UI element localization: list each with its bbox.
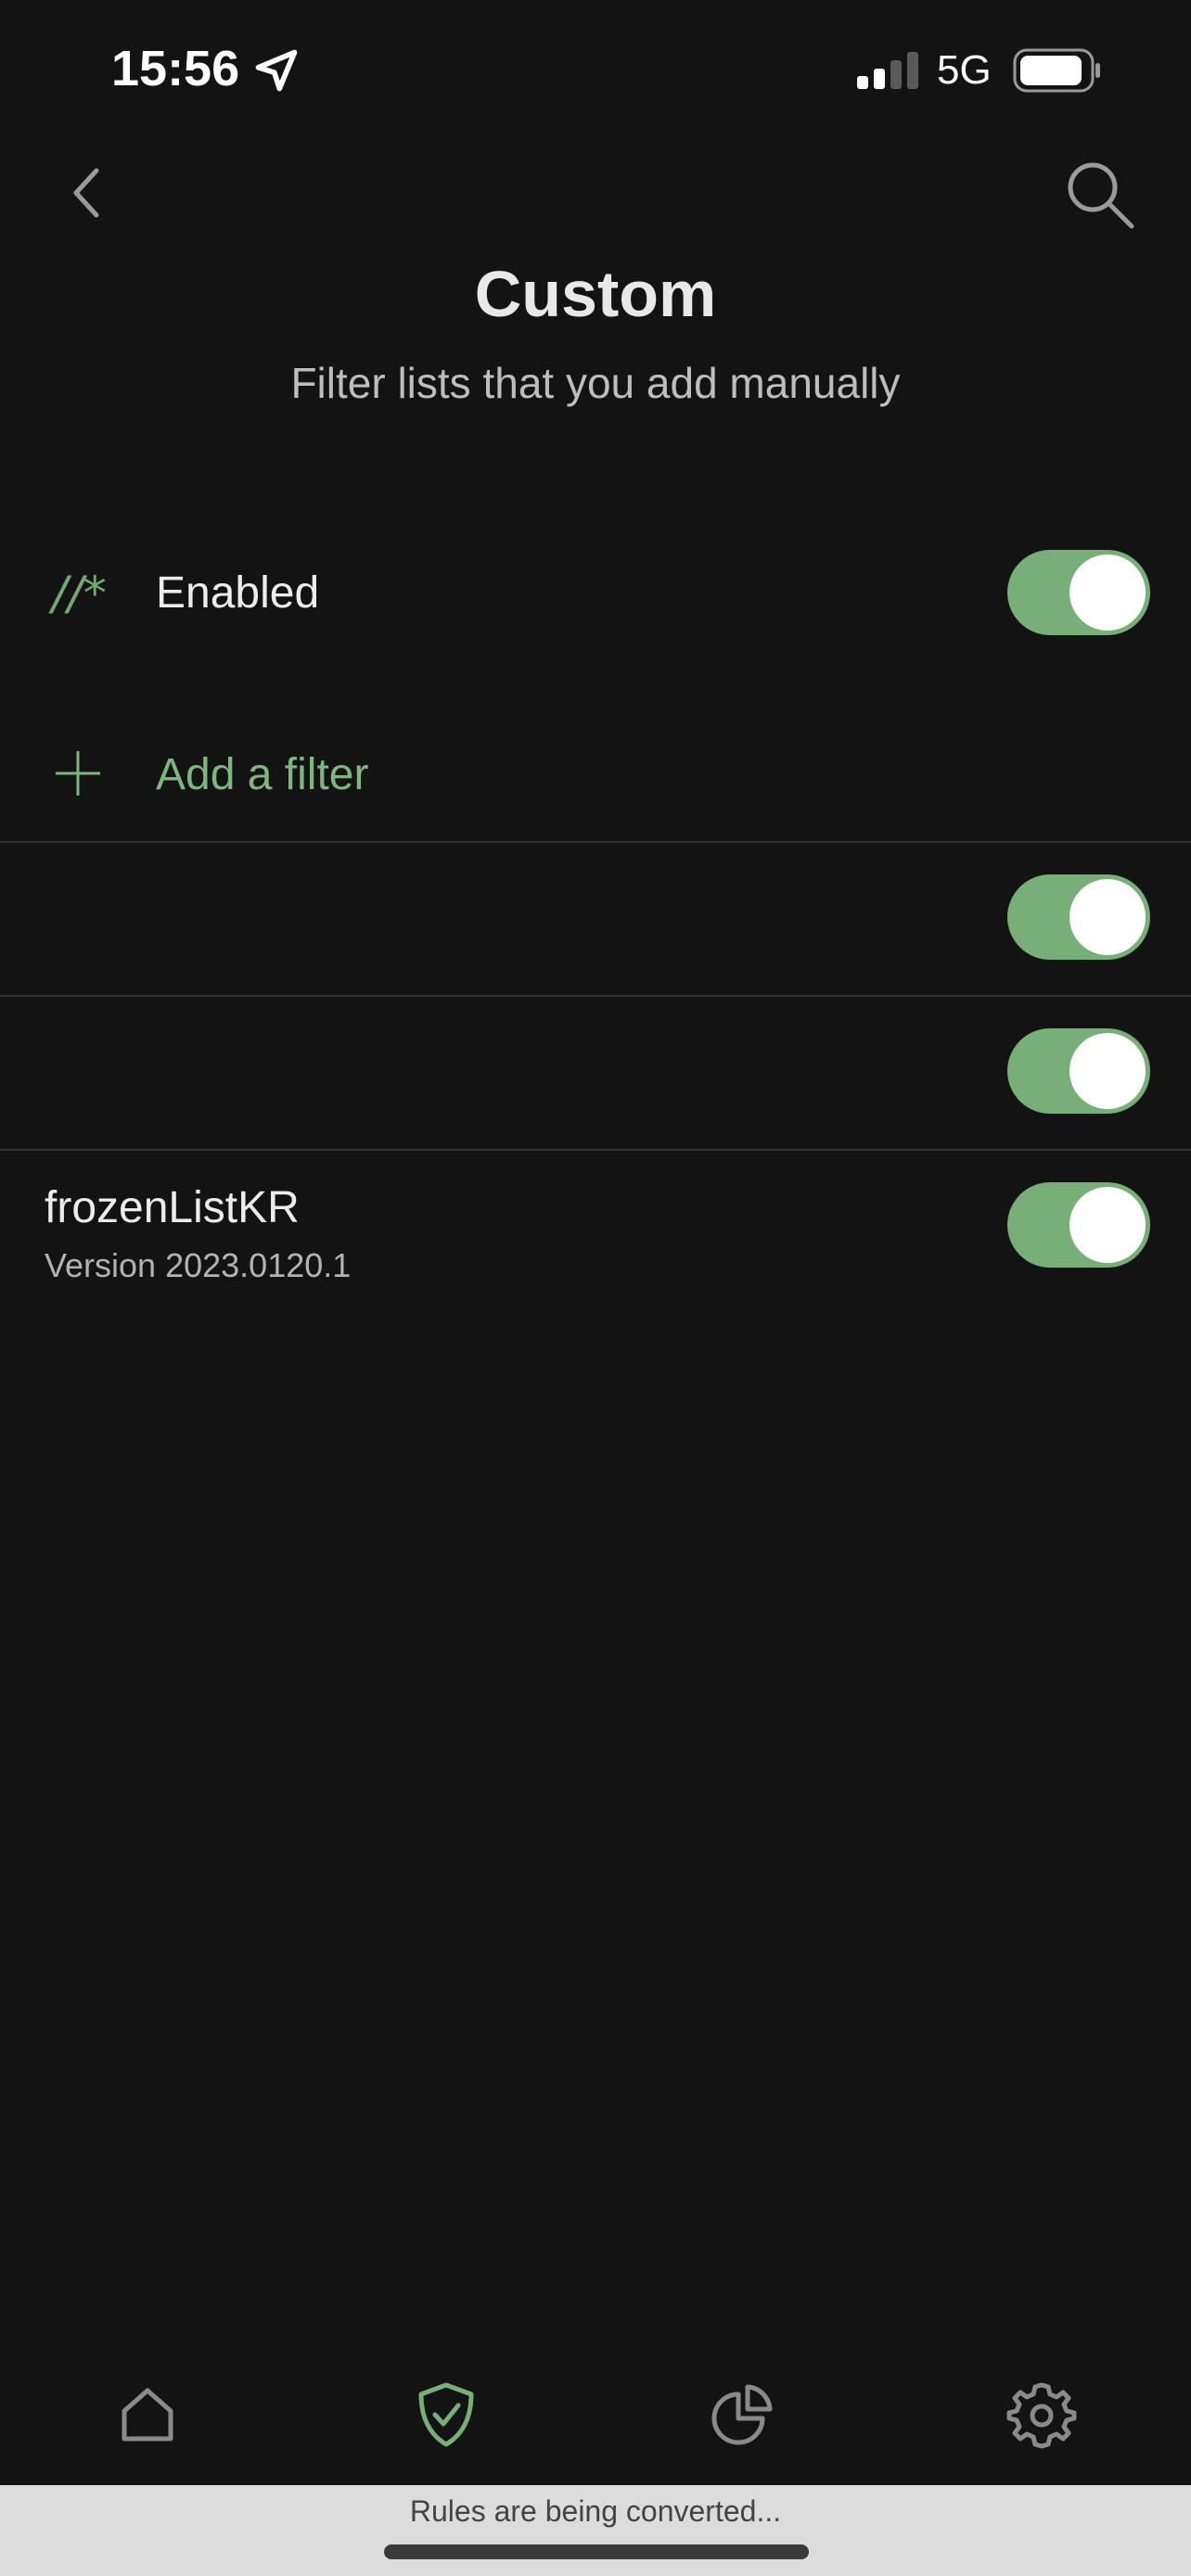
tab-home[interactable] bbox=[106, 2372, 189, 2455]
battery-icon bbox=[1013, 48, 1100, 93]
enabled-label: Enabled bbox=[156, 568, 320, 618]
pie-chart-icon bbox=[711, 2384, 773, 2445]
search-icon bbox=[1068, 162, 1134, 229]
plus-icon bbox=[56, 751, 100, 796]
toggle-knob bbox=[1069, 879, 1146, 955]
enabled-toggle[interactable] bbox=[1007, 550, 1150, 635]
search-button[interactable] bbox=[1061, 156, 1139, 234]
banner-text: Rules are being converted... bbox=[409, 2494, 782, 2528]
status-time: 15:56 bbox=[111, 41, 240, 96]
filter-version: Version 2023.0120.1 bbox=[45, 1246, 352, 1284]
add-filter-label: Add a filter bbox=[156, 750, 369, 799]
page-subtitle: Filter lists that you add manually bbox=[290, 359, 901, 407]
toggle-knob bbox=[1069, 1033, 1146, 1109]
tab-protection[interactable] bbox=[404, 2372, 488, 2455]
tab-stats[interactable] bbox=[701, 2372, 785, 2455]
toggle-knob bbox=[1069, 1187, 1146, 1263]
filter-toggle[interactable] bbox=[1007, 1182, 1150, 1268]
filter-name: frozenListKR bbox=[45, 1183, 300, 1232]
filter-toggle[interactable] bbox=[1007, 1028, 1150, 1114]
add-filter-row[interactable]: Add a filter bbox=[0, 714, 1191, 840]
filter-toggle[interactable] bbox=[1007, 874, 1150, 960]
signal-icon bbox=[857, 52, 918, 89]
home-icon bbox=[122, 2388, 173, 2442]
chevron-left-icon bbox=[73, 168, 99, 218]
network-label: 5G bbox=[937, 47, 992, 93]
back-button[interactable] bbox=[56, 156, 121, 230]
gear-icon bbox=[1006, 2382, 1077, 2449]
toggle-knob bbox=[1069, 555, 1146, 631]
home-indicator[interactable] bbox=[384, 2544, 809, 2559]
location-arrow-icon bbox=[255, 49, 298, 92]
shield-check-icon bbox=[418, 2382, 474, 2447]
code-comment-icon: //* bbox=[52, 567, 107, 620]
page-title: Custom bbox=[474, 258, 717, 330]
tab-settings[interactable] bbox=[1000, 2372, 1083, 2455]
